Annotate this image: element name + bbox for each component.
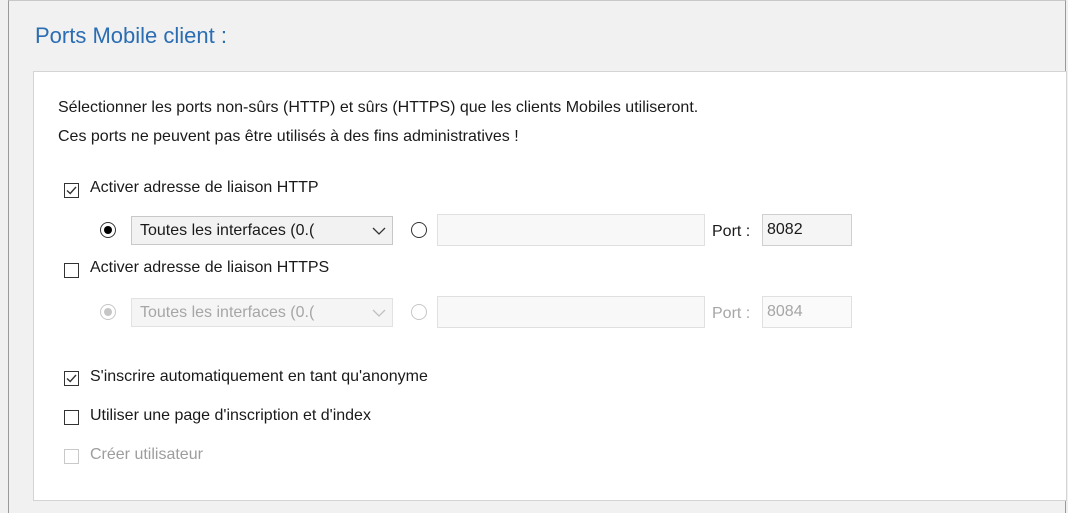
https-all-interfaces-radio[interactable] <box>100 304 116 320</box>
https-port-label: Port : <box>712 305 751 322</box>
mobile-ports-panel: Sélectionner les ports non-sûrs (HTTP) e… <box>33 71 1067 501</box>
http-enable-checkbox[interactable] <box>64 183 79 198</box>
http-port-input[interactable]: 8082 <box>762 214 852 246</box>
auto-anonymous-label[interactable]: S'inscrire automatiquement en tant qu'an… <box>90 368 428 386</box>
auto-anonymous-checkbox[interactable] <box>64 371 79 386</box>
http-port-label: Port : <box>712 223 751 240</box>
chevron-down-icon <box>372 309 386 317</box>
https-port-input[interactable]: 8084 <box>762 296 852 328</box>
radio-dot-icon <box>104 308 112 316</box>
create-user-checkbox[interactable] <box>64 449 79 464</box>
radio-dot-icon <box>104 226 112 234</box>
https-interface-value: Toutes les interfaces (0.( <box>140 304 315 321</box>
section-title: Ports Mobile client : <box>35 23 227 48</box>
http-address-input[interactable] <box>437 214 705 246</box>
http-enable-label[interactable]: Activer adresse de liaison HTTP <box>90 179 319 197</box>
checkbox-check-icon <box>66 186 77 195</box>
https-enable-label[interactable]: Activer adresse de liaison HTTPS <box>90 259 329 277</box>
login-page-checkbox[interactable] <box>64 410 79 425</box>
http-all-interfaces-radio[interactable] <box>100 222 116 238</box>
description-line-1: Sélectionner les ports non-sûrs (HTTP) e… <box>58 99 699 116</box>
checkbox-check-icon <box>66 374 77 383</box>
chevron-down-icon <box>372 227 386 235</box>
https-specific-address-radio[interactable] <box>411 304 427 320</box>
http-interface-value: Toutes les interfaces (0.( <box>140 222 315 239</box>
create-user-label[interactable]: Créer utilisateur <box>90 446 203 464</box>
https-address-input[interactable] <box>437 296 705 328</box>
http-interface-select[interactable]: Toutes les interfaces (0.( <box>131 216 393 245</box>
https-enable-checkbox[interactable] <box>64 263 79 278</box>
settings-window: Ports Mobile client : Sélectionner les p… <box>8 0 1067 513</box>
https-interface-select[interactable]: Toutes les interfaces (0.( <box>131 298 393 327</box>
description-line-2: Ces ports ne peuvent pas être utilisés à… <box>58 128 519 145</box>
http-specific-address-radio[interactable] <box>411 222 427 238</box>
login-page-label[interactable]: Utiliser une page d'inscription et d'ind… <box>90 407 371 425</box>
